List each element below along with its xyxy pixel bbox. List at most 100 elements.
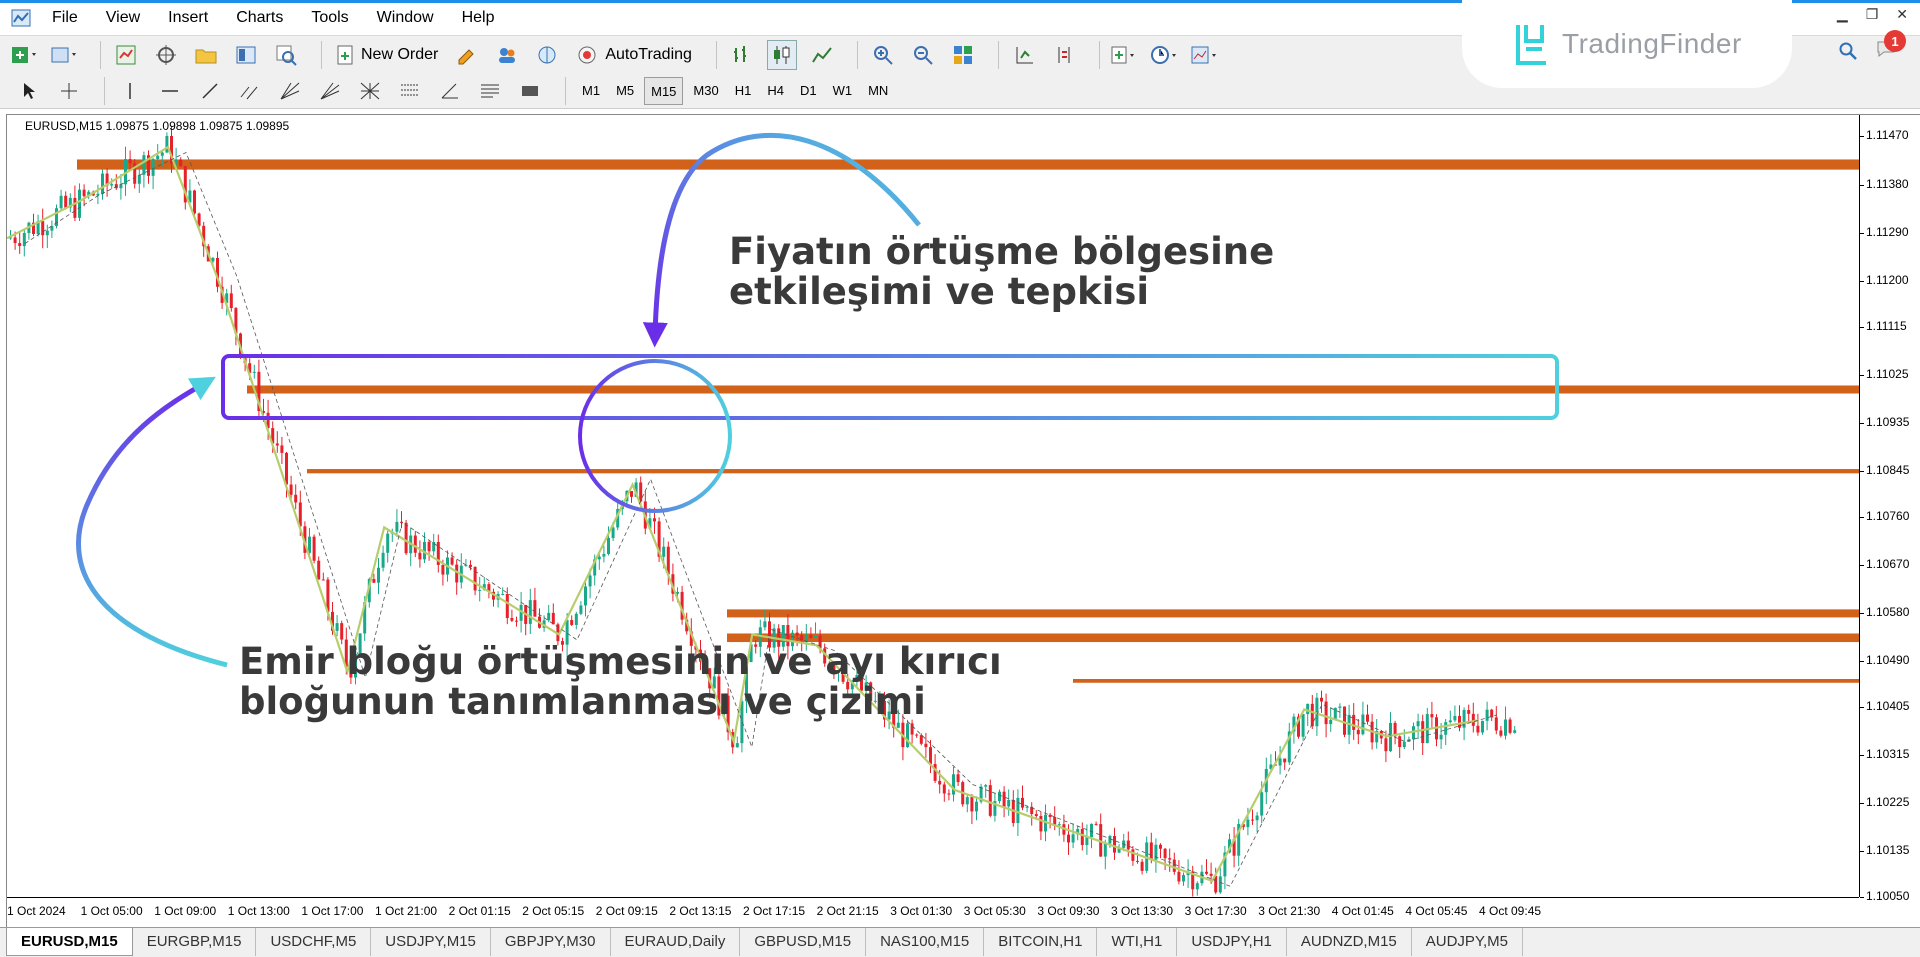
candle-body: [18, 243, 22, 247]
price-tick: [1860, 564, 1864, 566]
chart-tab[interactable]: USDJPY,M15: [371, 928, 491, 956]
periods-button[interactable]: [1150, 40, 1180, 70]
chart-tab[interactable]: GBPUSD,M15: [740, 928, 867, 956]
market-watch-icon: [116, 45, 136, 64]
community-button[interactable]: [492, 40, 522, 70]
auto-scroll-button[interactable]: [1009, 40, 1039, 70]
candle-body: [984, 785, 988, 787]
timeframe-m1[interactable]: M1: [576, 77, 606, 105]
tile-windows-button[interactable]: [948, 40, 978, 70]
candle-body: [763, 621, 767, 628]
timeframe-h4[interactable]: H4: [761, 77, 790, 105]
candle-body: [1182, 875, 1185, 882]
navigator-button[interactable]: [151, 40, 181, 70]
candle-body: [929, 747, 932, 764]
timeframe-w1[interactable]: W1: [827, 77, 859, 105]
indicators-button[interactable]: [1110, 40, 1140, 70]
timeframe-h1[interactable]: H1: [729, 77, 758, 105]
gann-button[interactable]: [275, 76, 305, 106]
candle-body: [1324, 701, 1328, 725]
minimize-icon[interactable]: ▁: [1837, 6, 1848, 23]
crosshair-button[interactable]: [54, 76, 84, 106]
time-label: 2 Oct 21:15: [816, 904, 879, 918]
candle-body: [1356, 729, 1360, 735]
fibo-retracement-button[interactable]: [395, 76, 425, 106]
notifications-button[interactable]: 1: [1876, 30, 1906, 64]
grid-tool-button[interactable]: [355, 76, 385, 106]
candle-body: [317, 560, 321, 580]
time-label: 1 Oct 13:00: [227, 904, 290, 918]
time-label: 1 Oct 09:00: [154, 904, 217, 918]
rectangle-button[interactable]: [515, 76, 545, 106]
candle-body: [450, 557, 454, 565]
timeframe-m30[interactable]: M30: [687, 77, 724, 105]
market-watch-button[interactable]: [111, 40, 141, 70]
chart-shift-button[interactable]: [1049, 40, 1079, 70]
bar-chart-button[interactable]: [727, 40, 757, 70]
menu-window[interactable]: Window: [363, 5, 448, 31]
chart-tab[interactable]: EURGBP,M15: [133, 928, 257, 956]
timeframe-mn[interactable]: MN: [862, 77, 894, 105]
price-label: 1.11115: [1866, 318, 1907, 333]
close-icon[interactable]: ✕: [1896, 6, 1908, 23]
chart-tab[interactable]: WTI,H1: [1097, 928, 1178, 956]
menu-help[interactable]: Help: [448, 5, 509, 31]
angle-tool-button[interactable]: [435, 76, 465, 106]
candle-body: [1113, 836, 1116, 853]
candle-body: [119, 184, 123, 189]
cursor-button[interactable]: [14, 76, 44, 106]
timeframe-d1[interactable]: D1: [794, 77, 823, 105]
folders-button[interactable]: [191, 40, 221, 70]
chart-tab[interactable]: GBPJPY,M30: [491, 928, 611, 956]
chart-tab[interactable]: BITCOIN,H1: [984, 928, 1098, 956]
candle-body: [22, 233, 26, 247]
chart-window[interactable]: EURUSD,M15 1.09875 1.09898 1.09875 1.098…: [6, 114, 1920, 927]
timeframe-m5[interactable]: M5: [610, 77, 640, 105]
candle-body: [1471, 713, 1475, 726]
autotrading-button[interactable]: AutoTrading: [572, 40, 696, 70]
tester-button[interactable]: [271, 40, 301, 70]
trendline-button[interactable]: [195, 76, 225, 106]
chart-tab[interactable]: USDCHF,M5: [256, 928, 372, 956]
profiles-button[interactable]: [50, 40, 80, 70]
signals-button[interactable]: [532, 40, 562, 70]
new-order-button[interactable]: New Order: [332, 40, 442, 70]
fibonacci-fan-button[interactable]: [315, 76, 345, 106]
menu-insert[interactable]: Insert: [154, 5, 222, 31]
fibo-expansion-button[interactable]: [475, 76, 505, 106]
menu-tools[interactable]: Tools: [297, 5, 362, 31]
time-label: 2 Oct 01:15: [448, 904, 511, 918]
candlestick-chart-button[interactable]: [766, 39, 797, 70]
tradingfinder-logo-icon: [1516, 25, 1546, 65]
price-tick: [1860, 851, 1864, 853]
chart-tab[interactable]: USDJPY,H1: [1177, 928, 1287, 956]
line-chart-button[interactable]: [807, 40, 837, 70]
time-label: 3 Oct 17:30: [1184, 904, 1247, 918]
price-tick: [1860, 755, 1864, 757]
search-icon[interactable]: [1838, 41, 1858, 61]
candle-body: [285, 452, 288, 485]
zoom-out-button[interactable]: [908, 40, 938, 70]
menu-view[interactable]: View: [92, 5, 154, 31]
horizontal-line-button[interactable]: [155, 76, 185, 106]
menu-file[interactable]: File: [38, 5, 92, 31]
chart-tab[interactable]: EURAUD,Daily: [611, 928, 741, 956]
templates-button[interactable]: [1190, 40, 1220, 70]
chart-tab[interactable]: EURUSD,M15: [6, 928, 133, 956]
channel-button[interactable]: [235, 76, 265, 106]
candle-body: [1338, 706, 1342, 708]
price-label: 1.10405: [1866, 698, 1910, 713]
metaeditor-button[interactable]: [452, 40, 482, 70]
menu-charts[interactable]: Charts: [222, 5, 297, 31]
new-chart-button[interactable]: [10, 40, 40, 70]
candle-body: [381, 552, 385, 568]
candle-body: [1080, 828, 1084, 846]
chart-tab[interactable]: AUDNZD,M15: [1287, 928, 1412, 956]
timeframe-m15[interactable]: M15: [644, 76, 684, 105]
vertical-line-button[interactable]: [115, 76, 145, 106]
terminal-button[interactable]: [231, 40, 261, 70]
restore-icon[interactable]: ❐: [1866, 6, 1879, 23]
zoom-in-button[interactable]: [868, 40, 898, 70]
chart-tab[interactable]: NAS100,M15: [866, 928, 985, 956]
chart-tab[interactable]: AUDJPY,M5: [1412, 928, 1524, 956]
